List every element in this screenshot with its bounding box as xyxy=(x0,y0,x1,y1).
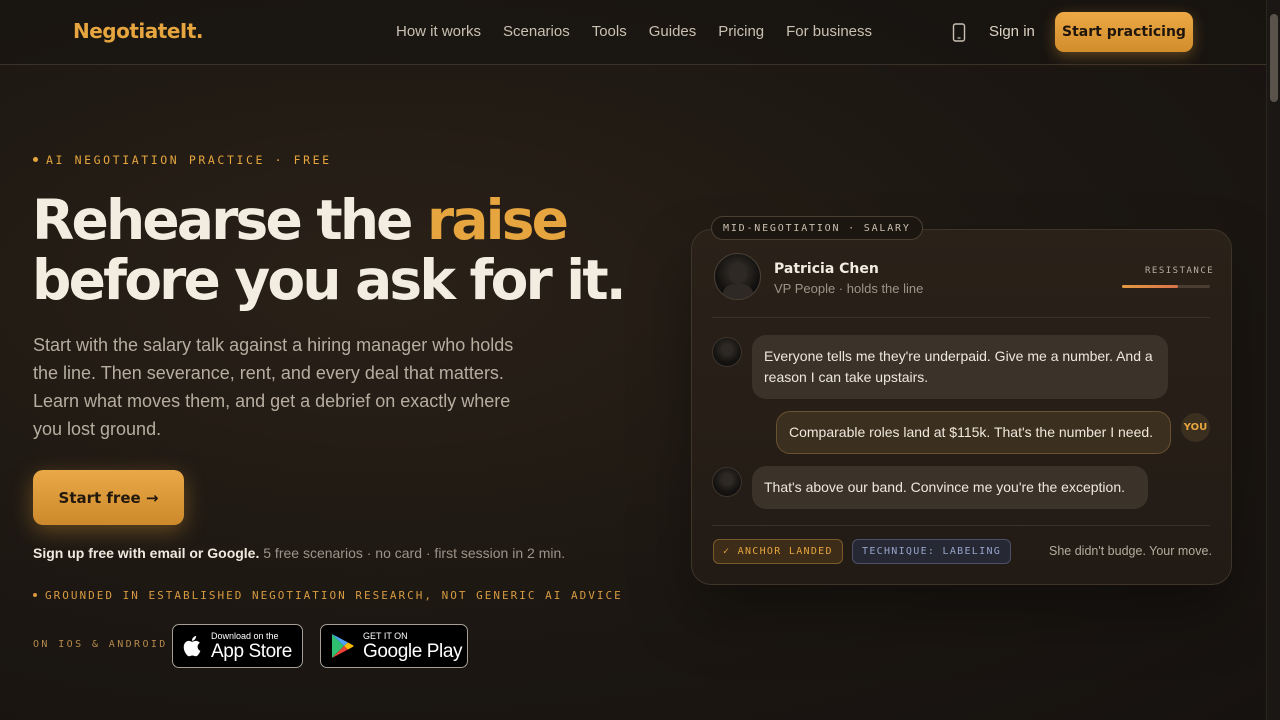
platforms-label: ON IOS & ANDROID xyxy=(33,639,168,650)
card-divider-top xyxy=(712,317,1210,318)
signup-details: 5 free scenarios · no card · first sessi… xyxy=(259,545,566,561)
message-me-1: Comparable roles land at $115k. That's t… xyxy=(776,411,1171,454)
avatar-face xyxy=(722,473,733,486)
app-store-big-text: App Store xyxy=(211,640,292,662)
nav-links: How it works Scenarios Tools Guides Pric… xyxy=(396,23,872,40)
app-store-small-text: Download on the xyxy=(211,630,279,641)
message-them-1: Everyone tells me they're underpaid. Giv… xyxy=(752,335,1168,399)
page-scrollbar[interactable] xyxy=(1266,0,1280,720)
you-badge: YOU xyxy=(1181,413,1210,442)
start-practicing-button[interactable]: Start practicing xyxy=(1055,12,1193,52)
nav-link-guides[interactable]: Guides xyxy=(649,23,697,40)
headline-part-2: before you ask for it. xyxy=(32,248,627,312)
patricia-avatar xyxy=(714,253,761,300)
hero-eyebrow: AI NEGOTIATION PRACTICE · FREE xyxy=(33,153,332,167)
hero-headline: Rehearse the raise before you ask for it. xyxy=(32,190,652,310)
start-free-button[interactable]: Start free → xyxy=(33,470,184,525)
nav-link-scenarios[interactable]: Scenarios xyxy=(503,23,570,40)
signup-note: Sign up free with email or Google. 5 fre… xyxy=(33,545,565,561)
resistance-meter xyxy=(1122,285,1210,288)
negotiation-preview-card xyxy=(691,229,1232,585)
technique-chip: TECHNIQUE: LABELING xyxy=(852,539,1012,564)
google-play-badge[interactable]: GET IT ON Google Play xyxy=(320,624,468,668)
google-play-logo-icon xyxy=(332,634,354,658)
message-avatar xyxy=(712,467,742,497)
eyebrow-dot-icon xyxy=(33,157,38,162)
message-avatar xyxy=(712,337,742,367)
avatar-face xyxy=(722,343,733,356)
google-play-big-text: Google Play xyxy=(363,640,463,662)
google-play-text: GET IT ON Google Play xyxy=(363,630,463,662)
research-note-text: GROUNDED IN ESTABLISHED NEGOTIATION RESE… xyxy=(45,589,623,602)
card-footer-note: She didn't budge. Your move. xyxy=(1049,544,1212,558)
nav-link-how-it-works[interactable]: How it works xyxy=(396,23,481,40)
headline-part-1: Rehearse the xyxy=(32,188,428,252)
hero-subcopy: Start with the salary talk against a hir… xyxy=(33,335,514,439)
research-note: GROUNDED IN ESTABLISHED NEGOTIATION RESE… xyxy=(33,589,623,602)
anchor-landed-chip: ✓ ANCHOR LANDED xyxy=(713,539,843,564)
persona-role: VP People · holds the line xyxy=(774,281,924,296)
message-them-2: That's above our band. Convince me you'r… xyxy=(752,466,1148,509)
nav-link-pricing[interactable]: Pricing xyxy=(718,23,764,40)
logo[interactable]: NegotiateIt. xyxy=(73,19,204,43)
avatar-face xyxy=(729,262,747,284)
mobile-phone-icon[interactable] xyxy=(952,23,966,42)
resistance-label: RESISTANCE xyxy=(1145,266,1215,276)
sign-in-link[interactable]: Sign in xyxy=(989,23,1035,40)
scrollbar-thumb[interactable] xyxy=(1270,14,1278,102)
apple-logo-icon xyxy=(183,636,201,657)
card-divider-bottom xyxy=(712,525,1210,526)
persona-name: Patricia Chen xyxy=(774,261,879,277)
card-tag: MID-NEGOTIATION · SALARY xyxy=(711,216,923,240)
resistance-meter-fill xyxy=(1122,285,1179,288)
eyebrow-text: AI NEGOTIATION PRACTICE · FREE xyxy=(46,153,332,167)
app-store-text: Download on the App Store xyxy=(211,631,292,662)
app-store-badge[interactable]: Download on the App Store xyxy=(172,624,303,668)
headline-accent-word: raise xyxy=(427,188,569,252)
avatar-body xyxy=(723,284,753,299)
signup-bold: Sign up free with email or Google. xyxy=(33,545,260,561)
google-play-small-text: GET IT ON xyxy=(363,630,408,641)
research-dot-icon xyxy=(33,593,37,597)
nav-link-for-business[interactable]: For business xyxy=(786,23,872,40)
nav-link-tools[interactable]: Tools xyxy=(592,23,627,40)
top-nav: NegotiateIt. How it works Scenarios Tool… xyxy=(0,0,1266,65)
